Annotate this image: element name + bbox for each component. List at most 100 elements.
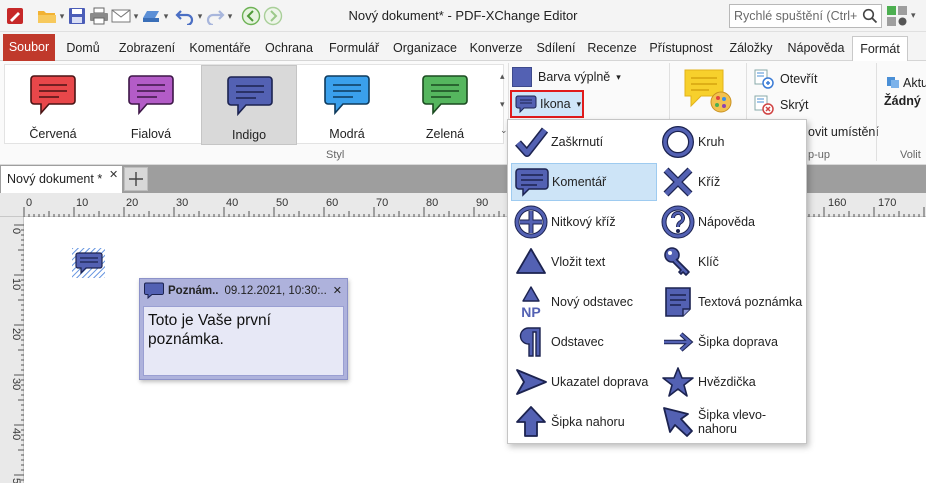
icon-option-novy-odstavec[interactable]: NP Nový odstavec: [511, 283, 657, 321]
icon-option-label: Ukazatel doprava: [551, 375, 649, 389]
quick-launch-input[interactable]: [730, 9, 858, 23]
forward-icon[interactable]: [262, 5, 284, 27]
icon-button-label: Ikona: [540, 97, 571, 111]
email-icon[interactable]: [110, 5, 132, 27]
tab-ochrana[interactable]: Ochrana: [262, 36, 316, 61]
ruler-label: 10: [76, 197, 88, 209]
undo-icon[interactable]: [174, 5, 196, 27]
app-logo-icon[interactable]: [4, 5, 26, 27]
note-annotation[interactable]: [72, 248, 105, 278]
tab-recenze[interactable]: Recenze: [587, 36, 637, 61]
tab-komentare[interactable]: Komentáře: [186, 36, 254, 61]
group-label-popup: p-up: [808, 149, 831, 161]
icon-option-sipka-nahoru[interactable]: Šipka nahoru: [511, 403, 657, 441]
fill-color-button[interactable]: Barva výplně ▾: [512, 66, 621, 88]
icon-option-napoveda[interactable]: Nápověda: [658, 203, 804, 241]
icon-option-sipka-doprava[interactable]: Šipka doprava: [658, 323, 804, 361]
tab-format[interactable]: Formát: [852, 36, 908, 62]
icon-option-vlozit-text[interactable]: Vložit text: [511, 243, 657, 281]
icon-option-sipka-vlevo-nahoru[interactable]: Šipka vlevo-nahoru: [658, 403, 804, 441]
ruler-label: 20: [10, 328, 22, 340]
popup-open-button[interactable]: Otevřít: [754, 69, 818, 89]
popup-open-label: Otevřít: [780, 72, 818, 86]
note-popup-header[interactable]: Poznám.. 09.12.2021, 10:30:.. ✕: [140, 279, 347, 303]
update-icon: [886, 75, 900, 92]
gallery-up-icon[interactable]: ▴: [500, 71, 505, 82]
icon-option-label: Kříž: [698, 175, 721, 189]
scan-icon[interactable]: [140, 5, 162, 27]
save-icon[interactable]: [66, 5, 88, 27]
tab-domu[interactable]: Domů: [61, 36, 105, 61]
note-text[interactable]: Toto je Vaše první poznámka.: [143, 306, 344, 376]
gallery-down-icon[interactable]: ▾: [500, 99, 505, 110]
print-icon[interactable]: [88, 5, 110, 27]
tab-organizace[interactable]: Organizace: [392, 36, 458, 61]
icon-option-nitkovy-kriz[interactable]: Nitkový kříž: [511, 203, 657, 241]
tab-napoveda[interactable]: Nápověda: [785, 36, 847, 61]
icon-option-textova-poznamka[interactable]: Textová poznámka: [658, 283, 804, 321]
document-tab[interactable]: Nový dokument * ✕: [1, 166, 122, 193]
icon-option-komentar[interactable]: Komentář: [511, 163, 657, 201]
style-label: Fialová: [130, 127, 172, 141]
ribbon-separator: [876, 63, 877, 161]
icon-option-label: Odstavec: [551, 335, 604, 349]
np-label: NP: [521, 304, 540, 319]
quick-launch-search[interactable]: [729, 4, 882, 28]
style-zelena[interactable]: Zelená: [397, 65, 493, 145]
tab-zalozky[interactable]: Záložky: [725, 36, 777, 61]
style-modra[interactable]: Modrá: [299, 65, 395, 145]
icon-option-ukazatel-doprava[interactable]: Ukazatel doprava: [511, 363, 657, 401]
tab-konverze[interactable]: Konverze: [467, 36, 525, 61]
tab-formular[interactable]: Formulář: [324, 36, 384, 61]
popup-note-icon[interactable]: [683, 68, 735, 117]
none-value: Žádný: [884, 94, 921, 108]
arrow-right-icon: [664, 332, 694, 352]
circle-icon: [662, 126, 694, 158]
arrow-up-left-icon: [663, 407, 693, 437]
open-dropdown-icon[interactable]: ▾: [58, 11, 66, 22]
icon-option-kruh[interactable]: Kruh: [658, 123, 804, 161]
customize-dropdown-icon[interactable]: ▾: [911, 10, 916, 21]
update-label[interactable]: Aktu: [903, 76, 926, 90]
close-note-icon[interactable]: ✕: [333, 284, 342, 297]
ruler-label: 30: [176, 197, 188, 209]
document-tab-label: Nový dokument *: [7, 172, 103, 186]
style-label: Červená: [29, 127, 77, 141]
icon-option-zaskrtnuti[interactable]: Zaškrnutí: [511, 123, 657, 161]
popup-open-icon: [754, 69, 774, 89]
red-comment-icon: [30, 75, 76, 116]
tab-soubor[interactable]: Soubor: [3, 34, 55, 61]
icon-option-klic[interactable]: Klíč: [658, 243, 804, 281]
scan-dropdown-icon[interactable]: ▾: [162, 11, 170, 22]
undo-dropdown-icon[interactable]: ▾: [196, 11, 204, 22]
popup-reset-position-button[interactable]: ovit umístění: [808, 125, 879, 139]
open-folder-icon[interactable]: [36, 5, 58, 27]
style-fialova[interactable]: Fialová: [103, 65, 199, 145]
tab-zobrazeni[interactable]: Zobrazení: [114, 36, 180, 61]
tab-sdileni[interactable]: Sdílení: [533, 36, 579, 61]
redo-dropdown-icon[interactable]: ▾: [226, 11, 234, 22]
search-icon[interactable]: [862, 8, 878, 27]
icon-dropdown-button[interactable]: Ikona ▾: [510, 90, 584, 118]
icon-option-odstavec[interactable]: Odstavec: [511, 323, 657, 361]
style-indigo[interactable]: Indigo: [201, 65, 297, 145]
note-popup[interactable]: Poznám.. 09.12.2021, 10:30:.. ✕ Toto je …: [139, 278, 348, 380]
popup-hide-button[interactable]: Skrýt: [754, 95, 808, 115]
email-dropdown-icon[interactable]: ▾: [132, 11, 140, 22]
style-cervena[interactable]: Červená: [5, 65, 101, 145]
icon-option-label: Klíč: [698, 255, 719, 269]
note-author: Poznám..: [168, 285, 219, 297]
ruler-label: 40: [10, 428, 22, 440]
icon-option-hvezdicka[interactable]: Hvězdička: [658, 363, 804, 401]
vertical-ruler[interactable]: 0 10 20 30 40 50: [0, 217, 24, 483]
style-label: Zelená: [425, 127, 465, 141]
tab-pristupnost[interactable]: Přístupnost: [645, 36, 717, 61]
back-icon[interactable]: [240, 5, 262, 27]
title-bar: ▾ ▾ ▾ ▾ ▾ Nový dokument* - PDF-XChange E…: [0, 0, 926, 32]
ruler-label: 80: [426, 197, 438, 209]
redo-icon[interactable]: [204, 5, 226, 27]
new-tab-button[interactable]: [124, 167, 148, 191]
close-tab-icon[interactable]: ✕: [109, 168, 118, 181]
icon-option-kriz[interactable]: Kříž: [658, 163, 804, 201]
customize-toolbar-icon[interactable]: [886, 5, 908, 30]
